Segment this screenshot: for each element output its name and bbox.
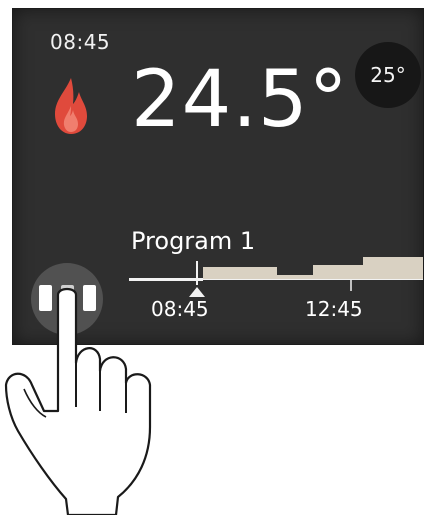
timeline-label-next: 12:45: [305, 297, 363, 321]
timeline-segment-4: [363, 257, 423, 279]
timeline-segment-off: [129, 278, 203, 281]
flame-icon: [55, 78, 87, 134]
clock-time: 08:45: [50, 30, 111, 54]
timeline-segment-3: [313, 265, 363, 279]
setpoint-value: 25°: [370, 63, 406, 87]
setpoint-button[interactable]: 25°: [355, 42, 421, 108]
current-temperature: 24.5°: [131, 55, 349, 145]
timeline-segment-2: [277, 275, 313, 279]
pointing-hand-icon: [4, 287, 152, 515]
current-time-marker-icon: [189, 287, 205, 297]
timeline-segment-1: [203, 267, 277, 279]
